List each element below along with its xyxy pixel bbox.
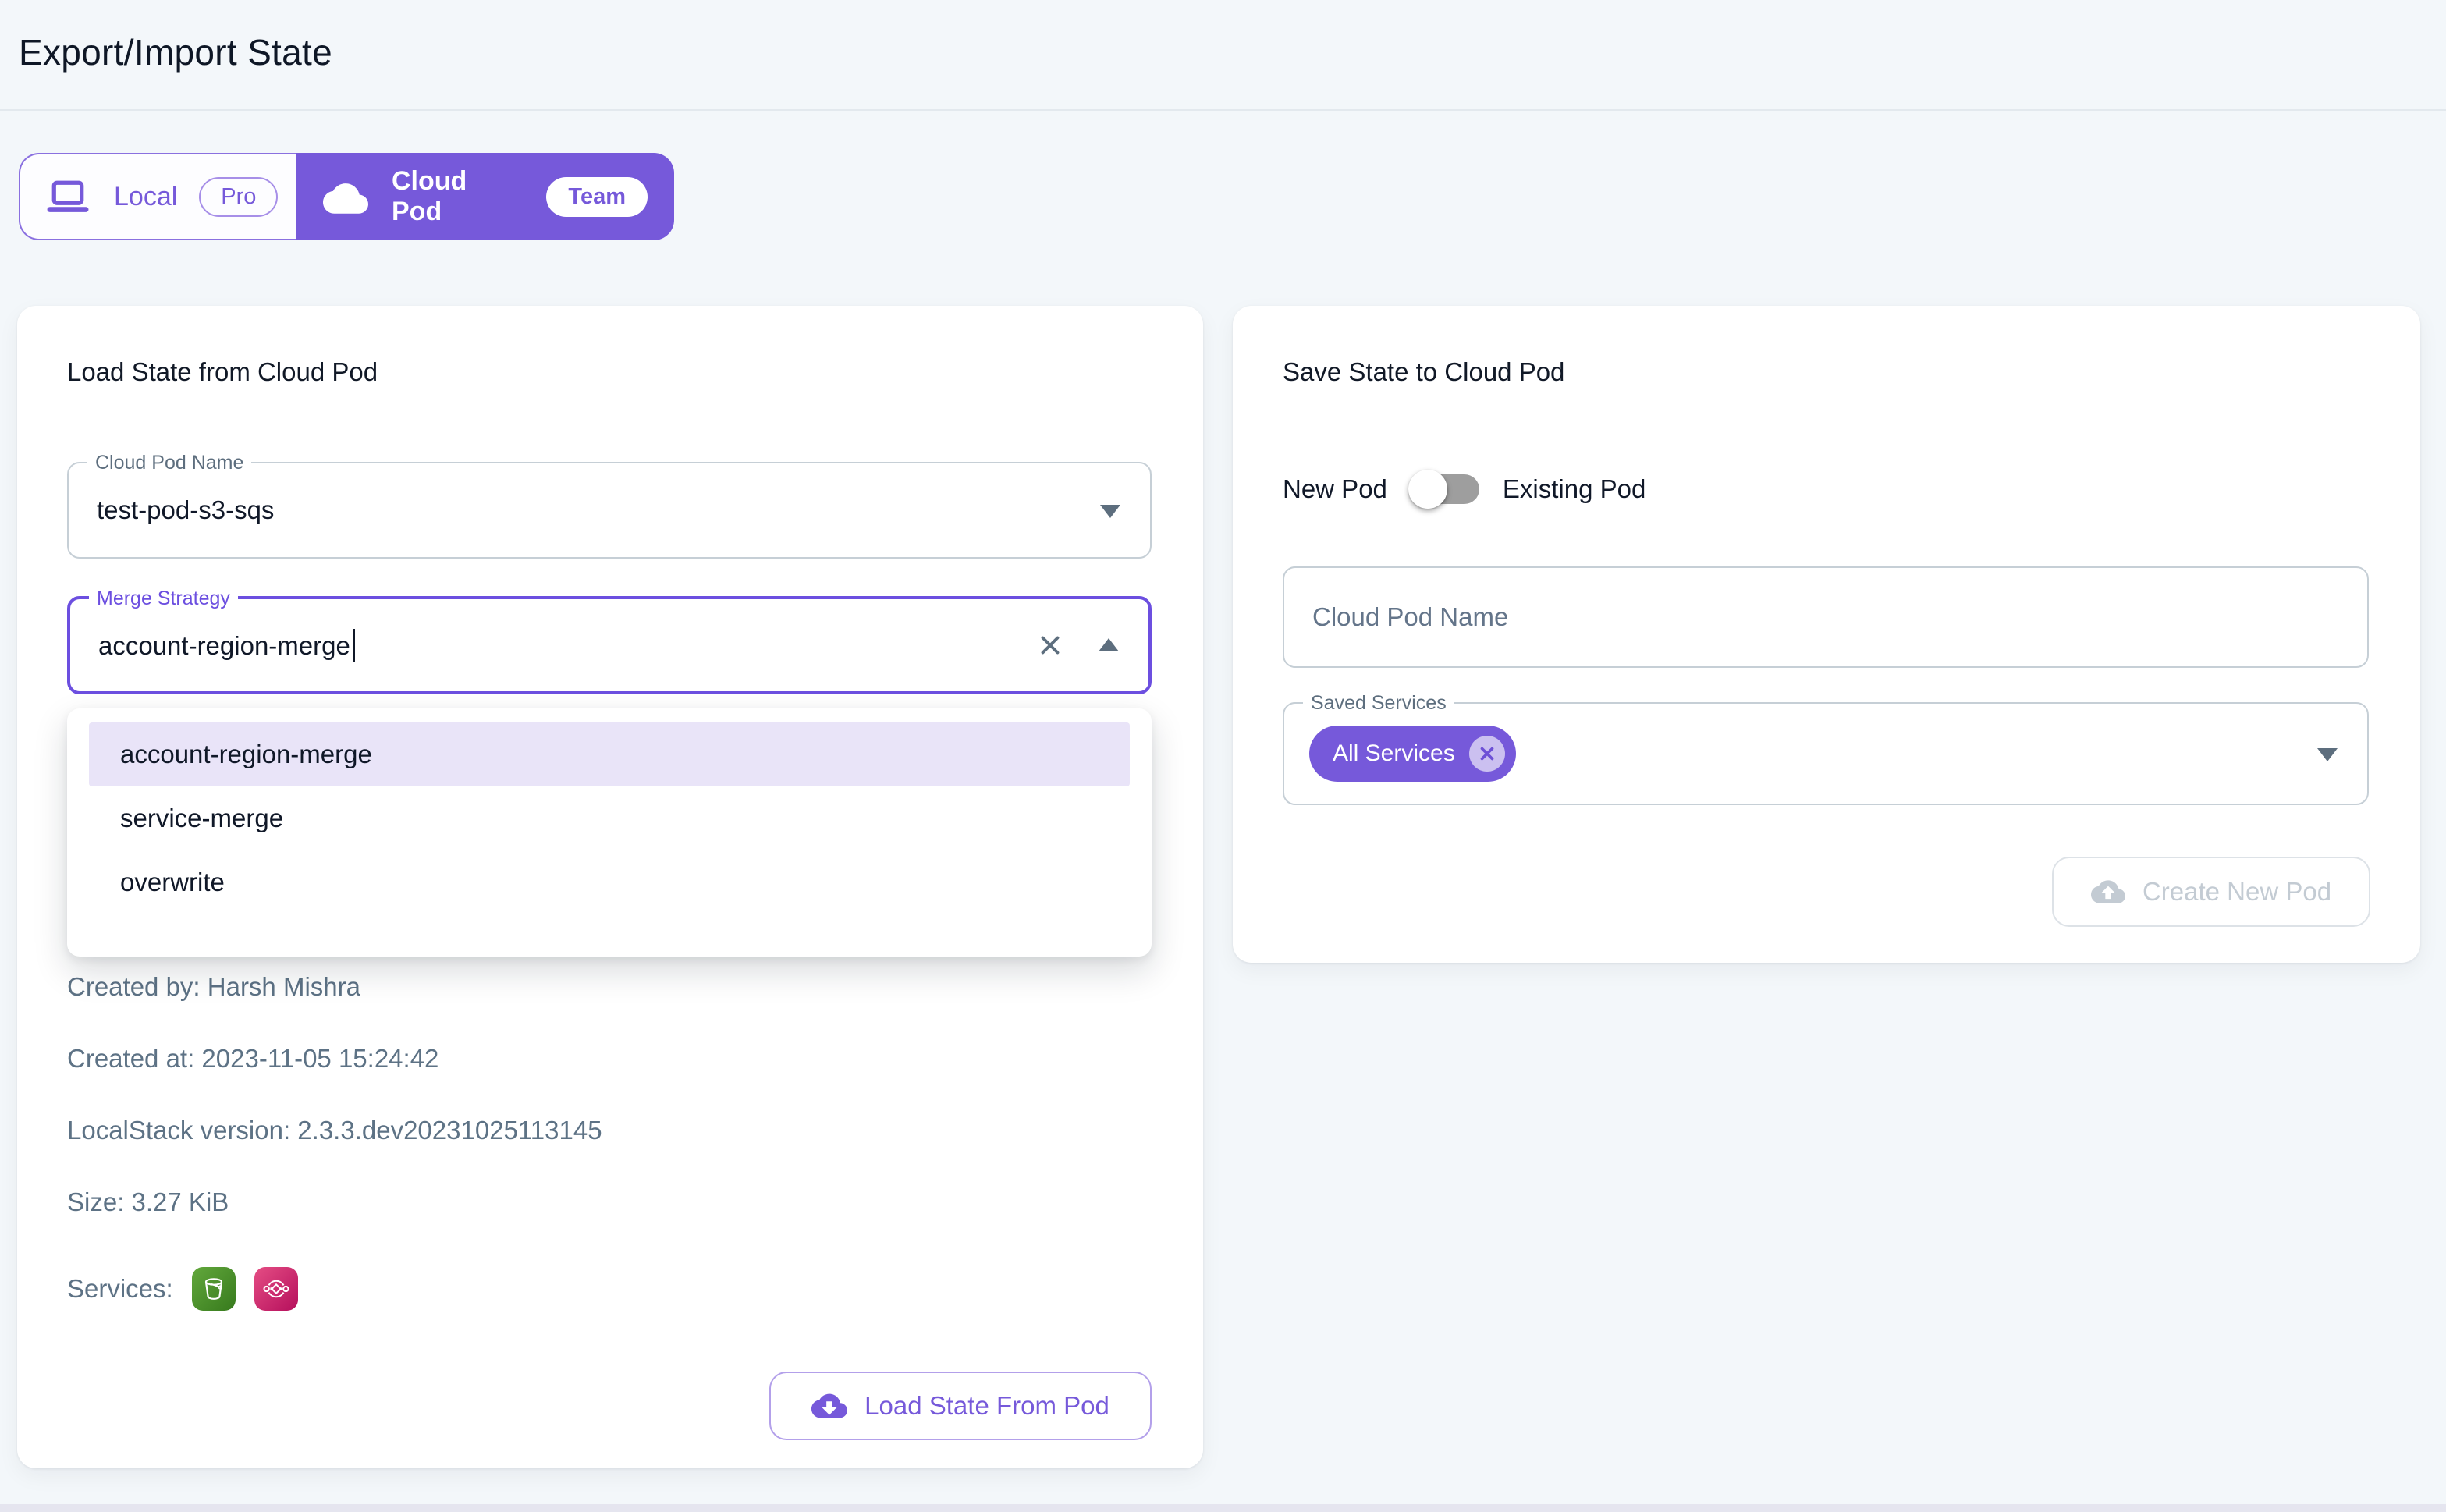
- cloud-upload-icon: [2091, 877, 2125, 907]
- services-row: Services:: [67, 1262, 298, 1315]
- tab-cloud-pod[interactable]: Cloud Pod Team: [296, 153, 674, 240]
- merge-strategy-menu: account-region-merge service-merge overw…: [67, 708, 1152, 957]
- new-existing-pod-switch[interactable]: [1414, 474, 1479, 504]
- chevron-up-icon[interactable]: [1099, 638, 1119, 651]
- cloud-download-icon: [811, 1390, 847, 1421]
- services-label: Services:: [67, 1274, 173, 1304]
- load-card-title: Load State from Cloud Pod: [67, 357, 378, 387]
- pod-name-select-value: test-pod-s3-sqs: [97, 495, 274, 525]
- all-services-chip-label: All Services: [1333, 740, 1455, 767]
- laptop-icon: [44, 176, 92, 217]
- s3-bucket-icon: [192, 1267, 236, 1311]
- chevron-down-icon: [2317, 748, 2338, 761]
- mode-toggle-group: Local Pro Cloud Pod Team: [19, 153, 674, 240]
- meta-created-at: Created at: 2023-11-05 15:24:42: [67, 1044, 438, 1074]
- menu-option-service-merge[interactable]: service-merge: [89, 786, 1130, 850]
- meta-size: Size: 3.27 KiB: [67, 1187, 229, 1217]
- pro-badge: Pro: [199, 177, 278, 217]
- text-cursor: [353, 629, 355, 662]
- cloud-icon: [323, 179, 368, 214]
- page-title: Export/Import State: [19, 31, 332, 73]
- save-card-title: Save State to Cloud Pod: [1283, 357, 1564, 387]
- tab-local[interactable]: Local Pro: [19, 153, 296, 240]
- all-services-chip: All Services: [1309, 726, 1516, 782]
- header-divider: [0, 109, 2446, 111]
- pod-name-select[interactable]: Cloud Pod Name test-pod-s3-sqs: [67, 462, 1152, 559]
- saved-services-label: Saved Services: [1303, 690, 1454, 716]
- pod-name-select-label: Cloud Pod Name: [87, 450, 251, 476]
- create-new-pod-button[interactable]: Create New Pod: [2052, 857, 2370, 927]
- merge-strategy-label: Merge Strategy: [89, 586, 238, 612]
- load-state-from-pod-button[interactable]: Load State From Pod: [769, 1372, 1152, 1440]
- merge-strategy-value: account-region-merge: [98, 629, 355, 662]
- switch-thumb: [1408, 470, 1447, 509]
- meta-localstack-version: LocalStack version: 2.3.3.dev20231025113…: [67, 1116, 602, 1145]
- save-state-card: Save State to Cloud Pod New Pod Existing…: [1233, 306, 2420, 963]
- new-pod-label: New Pod: [1283, 474, 1387, 504]
- create-new-pod-label: Create New Pod: [2142, 877, 2331, 907]
- meta-created-by: Created by: Harsh Mishra: [67, 972, 360, 1002]
- chevron-down-icon: [1100, 505, 1120, 518]
- export-import-state-page: Export/Import State Local Pro Cloud Pod …: [0, 0, 2446, 1512]
- load-state-from-pod-label: Load State From Pod: [864, 1391, 1109, 1421]
- existing-pod-label: Existing Pod: [1503, 474, 1645, 504]
- close-icon[interactable]: [1033, 628, 1067, 662]
- new-pod-name-input[interactable]: [1283, 566, 2369, 668]
- horizontal-scrollbar[interactable]: [0, 1504, 2446, 1512]
- tab-local-label: Local: [114, 182, 177, 212]
- close-circle-icon[interactable]: [1469, 736, 1505, 772]
- menu-option-overwrite[interactable]: overwrite: [89, 850, 1130, 914]
- team-badge: Team: [546, 177, 648, 217]
- saved-services-select[interactable]: Saved Services All Services: [1283, 702, 2369, 805]
- load-state-card: Load State from Cloud Pod Cloud Pod Name…: [17, 306, 1203, 1468]
- pod-mode-toggle-row: New Pod Existing Pod: [1283, 467, 1645, 512]
- merge-strategy-input[interactable]: Merge Strategy account-region-merge: [67, 596, 1152, 694]
- sqs-queue-icon: [254, 1267, 298, 1311]
- menu-option-account-region-merge[interactable]: account-region-merge: [89, 722, 1130, 786]
- tab-cloud-pod-label: Cloud Pod: [392, 166, 523, 227]
